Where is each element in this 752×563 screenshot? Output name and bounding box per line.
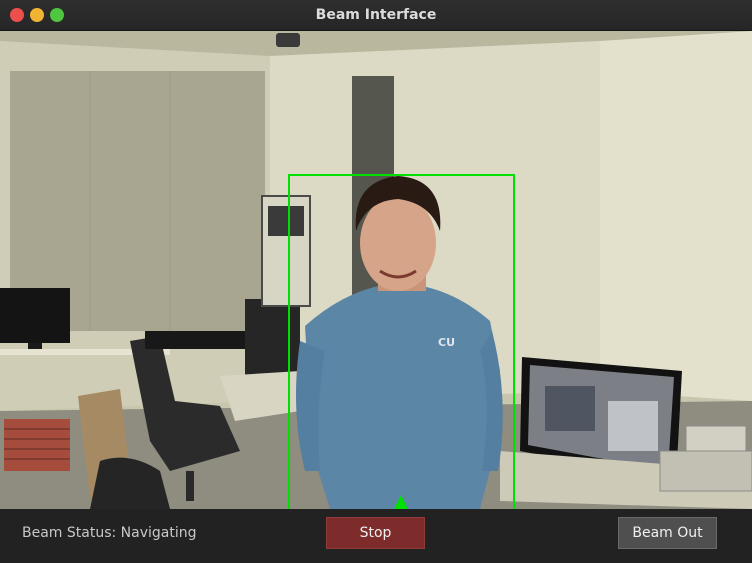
stop-button[interactable]: Stop — [326, 517, 425, 549]
shirt-logo: CU — [438, 336, 455, 349]
beam-out-button[interactable]: Beam Out — [618, 517, 717, 549]
beam-status-value: Navigating — [120, 525, 197, 541]
camera-feed[interactable]: CU — [0, 31, 752, 509]
beam-status-label: Beam Status: — [22, 525, 117, 541]
beam-status: Beam Status: Navigating — [22, 525, 197, 541]
beam-interface-window: Beam Interface CU Beam Status: Navigatin… — [0, 0, 752, 563]
bottom-bar: Beam Status: Navigating Stop Beam Out — [0, 509, 752, 563]
window-title: Beam Interface — [315, 7, 437, 23]
camera-image: CU — [0, 31, 752, 509]
title-bar: Beam Interface — [0, 0, 752, 31]
